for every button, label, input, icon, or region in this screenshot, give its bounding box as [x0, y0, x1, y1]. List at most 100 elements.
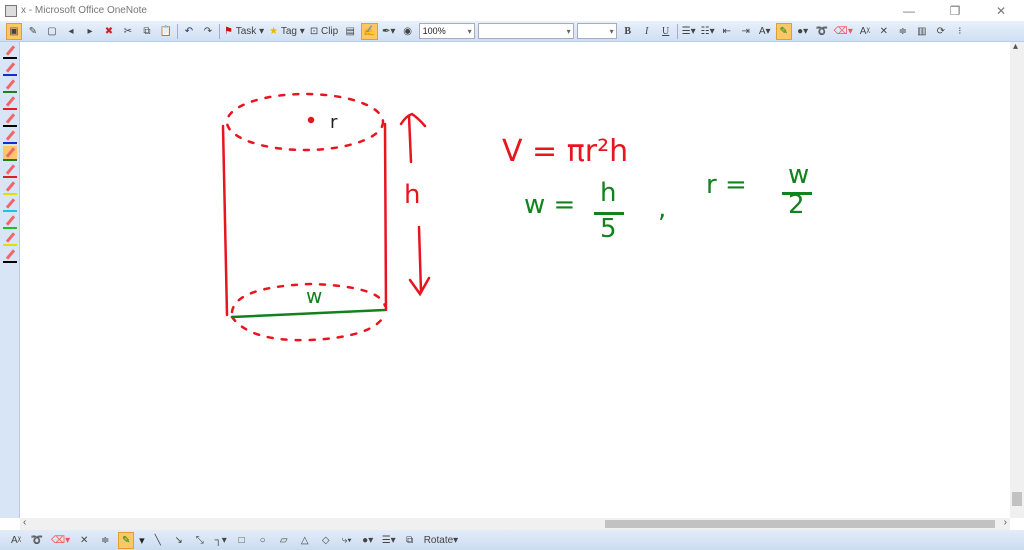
- pen-0[interactable]: [3, 44, 17, 59]
- arrow-icon[interactable]: ↘: [171, 532, 187, 549]
- eraser-icon[interactable]: ⌫▾: [50, 532, 71, 549]
- new-page-icon[interactable]: ▢: [44, 23, 60, 40]
- pen-icon[interactable]: ✒▾: [381, 23, 397, 40]
- bold-button[interactable]: B: [620, 23, 636, 40]
- ink-to-text-icon[interactable]: Aᵡ: [8, 532, 24, 549]
- research-icon[interactable]: ⟳: [933, 23, 949, 40]
- pen-7[interactable]: [3, 163, 17, 178]
- onenote-app-icon: [5, 4, 17, 17]
- pen-1[interactable]: [3, 61, 17, 76]
- parallelogram-icon[interactable]: ▱: [276, 532, 292, 549]
- flag-icon: ⚑: [224, 25, 233, 37]
- redo-icon[interactable]: ↷: [200, 23, 216, 40]
- restore-button[interactable]: ❐: [932, 4, 978, 18]
- decrease-indent-icon[interactable]: ⇤: [719, 23, 735, 40]
- zoom-select[interactable]: 100%: [418, 23, 475, 39]
- star-icon: ★: [269, 25, 279, 37]
- close-button[interactable]: ✕: [978, 4, 1024, 18]
- pen-5[interactable]: [3, 129, 17, 144]
- help-icon[interactable]: ◉: [400, 23, 416, 40]
- page-view-icon[interactable]: ▣: [6, 22, 22, 40]
- font-size-select[interactable]: [576, 23, 617, 39]
- pens-toolbar: [0, 42, 20, 518]
- note-page-canvas[interactable]: r h w V = πr²h w = h 5 , r = w 2: [20, 42, 1010, 518]
- delete-icon[interactable]: ✕: [876, 23, 892, 40]
- color-icon[interactable]: ●▾: [360, 532, 376, 549]
- pen-9[interactable]: [3, 197, 17, 212]
- pen-mode-icon[interactable]: ✍: [361, 22, 378, 40]
- delete-icon[interactable]: ✕: [76, 532, 92, 549]
- pen-10[interactable]: [3, 214, 17, 229]
- back-icon[interactable]: ◂: [63, 23, 79, 40]
- cylinder-right-side: [383, 122, 388, 312]
- screen-clip-icon: ⊡: [309, 25, 319, 37]
- undo-icon[interactable]: ↶: [181, 23, 197, 40]
- paste-icon[interactable]: 📋: [158, 23, 174, 40]
- forward-icon[interactable]: ▸: [82, 23, 98, 40]
- pen-icon[interactable]: ✎: [118, 531, 135, 549]
- toolbar-options-icon[interactable]: ⁝: [952, 23, 968, 40]
- volume-equation: V = πr²h: [502, 134, 629, 169]
- line-weight-icon[interactable]: ☰▾: [381, 532, 397, 549]
- task-button[interactable]: ⚑ Task ▾: [223, 23, 265, 40]
- rotate-label: Rotate: [423, 534, 454, 546]
- width-equation-denominator: 5: [600, 214, 617, 244]
- bullets-icon[interactable]: ☰▾: [681, 23, 697, 40]
- delete-page-icon[interactable]: ✖: [101, 23, 117, 40]
- highlighter-icon[interactable]: ✎: [775, 22, 792, 40]
- pen-11[interactable]: [3, 231, 17, 246]
- connector-icon[interactable]: ⤷▾: [339, 532, 355, 549]
- pen-12[interactable]: [3, 248, 17, 263]
- pen-6[interactable]: [3, 146, 17, 161]
- horizontal-scroll-thumb[interactable]: [605, 520, 995, 528]
- center-dot: [307, 116, 315, 124]
- full-page-view-icon[interactable]: ▤: [342, 23, 358, 40]
- arrange-icon[interactable]: ⧉: [402, 532, 418, 549]
- scroll-left-icon[interactable]: ‹: [23, 517, 26, 528]
- double-arrow-icon[interactable]: ⤡: [192, 532, 208, 549]
- tag-button[interactable]: ★ Tag ▾: [268, 23, 306, 40]
- pen-3[interactable]: [3, 95, 17, 110]
- cylinder-left-side: [221, 124, 229, 317]
- triangle-icon[interactable]: △: [297, 532, 313, 549]
- page-icon[interactable]: ▥: [914, 23, 930, 40]
- radius-equation-lhs: r =: [706, 170, 747, 200]
- vertical-scrollbar[interactable]: ▴: [1010, 41, 1024, 518]
- italic-button[interactable]: I: [639, 23, 655, 40]
- cylinder-top-ellipse: [225, 92, 385, 152]
- pin-icon[interactable]: ✎: [25, 23, 41, 40]
- color-picker-icon[interactable]: ●▾: [795, 23, 811, 40]
- eraser-icon[interactable]: ⌫▾: [833, 23, 854, 40]
- axis-icon[interactable]: ┐▾: [213, 532, 229, 549]
- vertical-scroll-thumb[interactable]: [1012, 492, 1022, 506]
- underline-button[interactable]: U: [658, 23, 674, 40]
- scroll-right-icon[interactable]: ›: [1004, 517, 1007, 528]
- minimize-button[interactable]: —: [886, 4, 932, 18]
- font-select[interactable]: [477, 23, 574, 39]
- diamond-icon[interactable]: ◇: [318, 532, 334, 549]
- rotate-button[interactable]: Rotate ▾: [423, 532, 460, 549]
- insert-space-icon[interactable]: ≑: [97, 532, 113, 549]
- clip-button[interactable]: ⊡ Clip: [309, 23, 339, 40]
- font-color-icon[interactable]: A▾: [757, 23, 773, 40]
- horizontal-scrollbar[interactable]: ‹ ›: [20, 517, 1010, 530]
- increase-indent-icon[interactable]: ⇥: [738, 23, 754, 40]
- comma: ,: [658, 194, 667, 224]
- lasso-icon[interactable]: ➰: [814, 23, 830, 40]
- ink-to-text-icon[interactable]: Aᵡ: [857, 23, 873, 40]
- height-arrow-top: [399, 112, 427, 164]
- pen-8[interactable]: [3, 180, 17, 195]
- rectangle-icon[interactable]: □: [234, 532, 250, 549]
- insert-space-icon[interactable]: ≑: [895, 23, 911, 40]
- tag-label: Tag: [280, 25, 297, 37]
- line-icon[interactable]: ╲: [150, 532, 166, 549]
- pen-4[interactable]: [3, 112, 17, 127]
- width-equation-numerator: h: [600, 178, 617, 208]
- copy-icon[interactable]: ⧉: [139, 23, 155, 40]
- cut-icon[interactable]: ✂: [120, 23, 136, 40]
- pen-2[interactable]: [3, 78, 17, 93]
- numbering-icon[interactable]: ☷▾: [700, 23, 716, 40]
- ellipse-icon[interactable]: ○: [255, 532, 271, 549]
- lasso-icon[interactable]: ➰: [29, 532, 45, 549]
- width-equation-lhs: w =: [524, 190, 576, 220]
